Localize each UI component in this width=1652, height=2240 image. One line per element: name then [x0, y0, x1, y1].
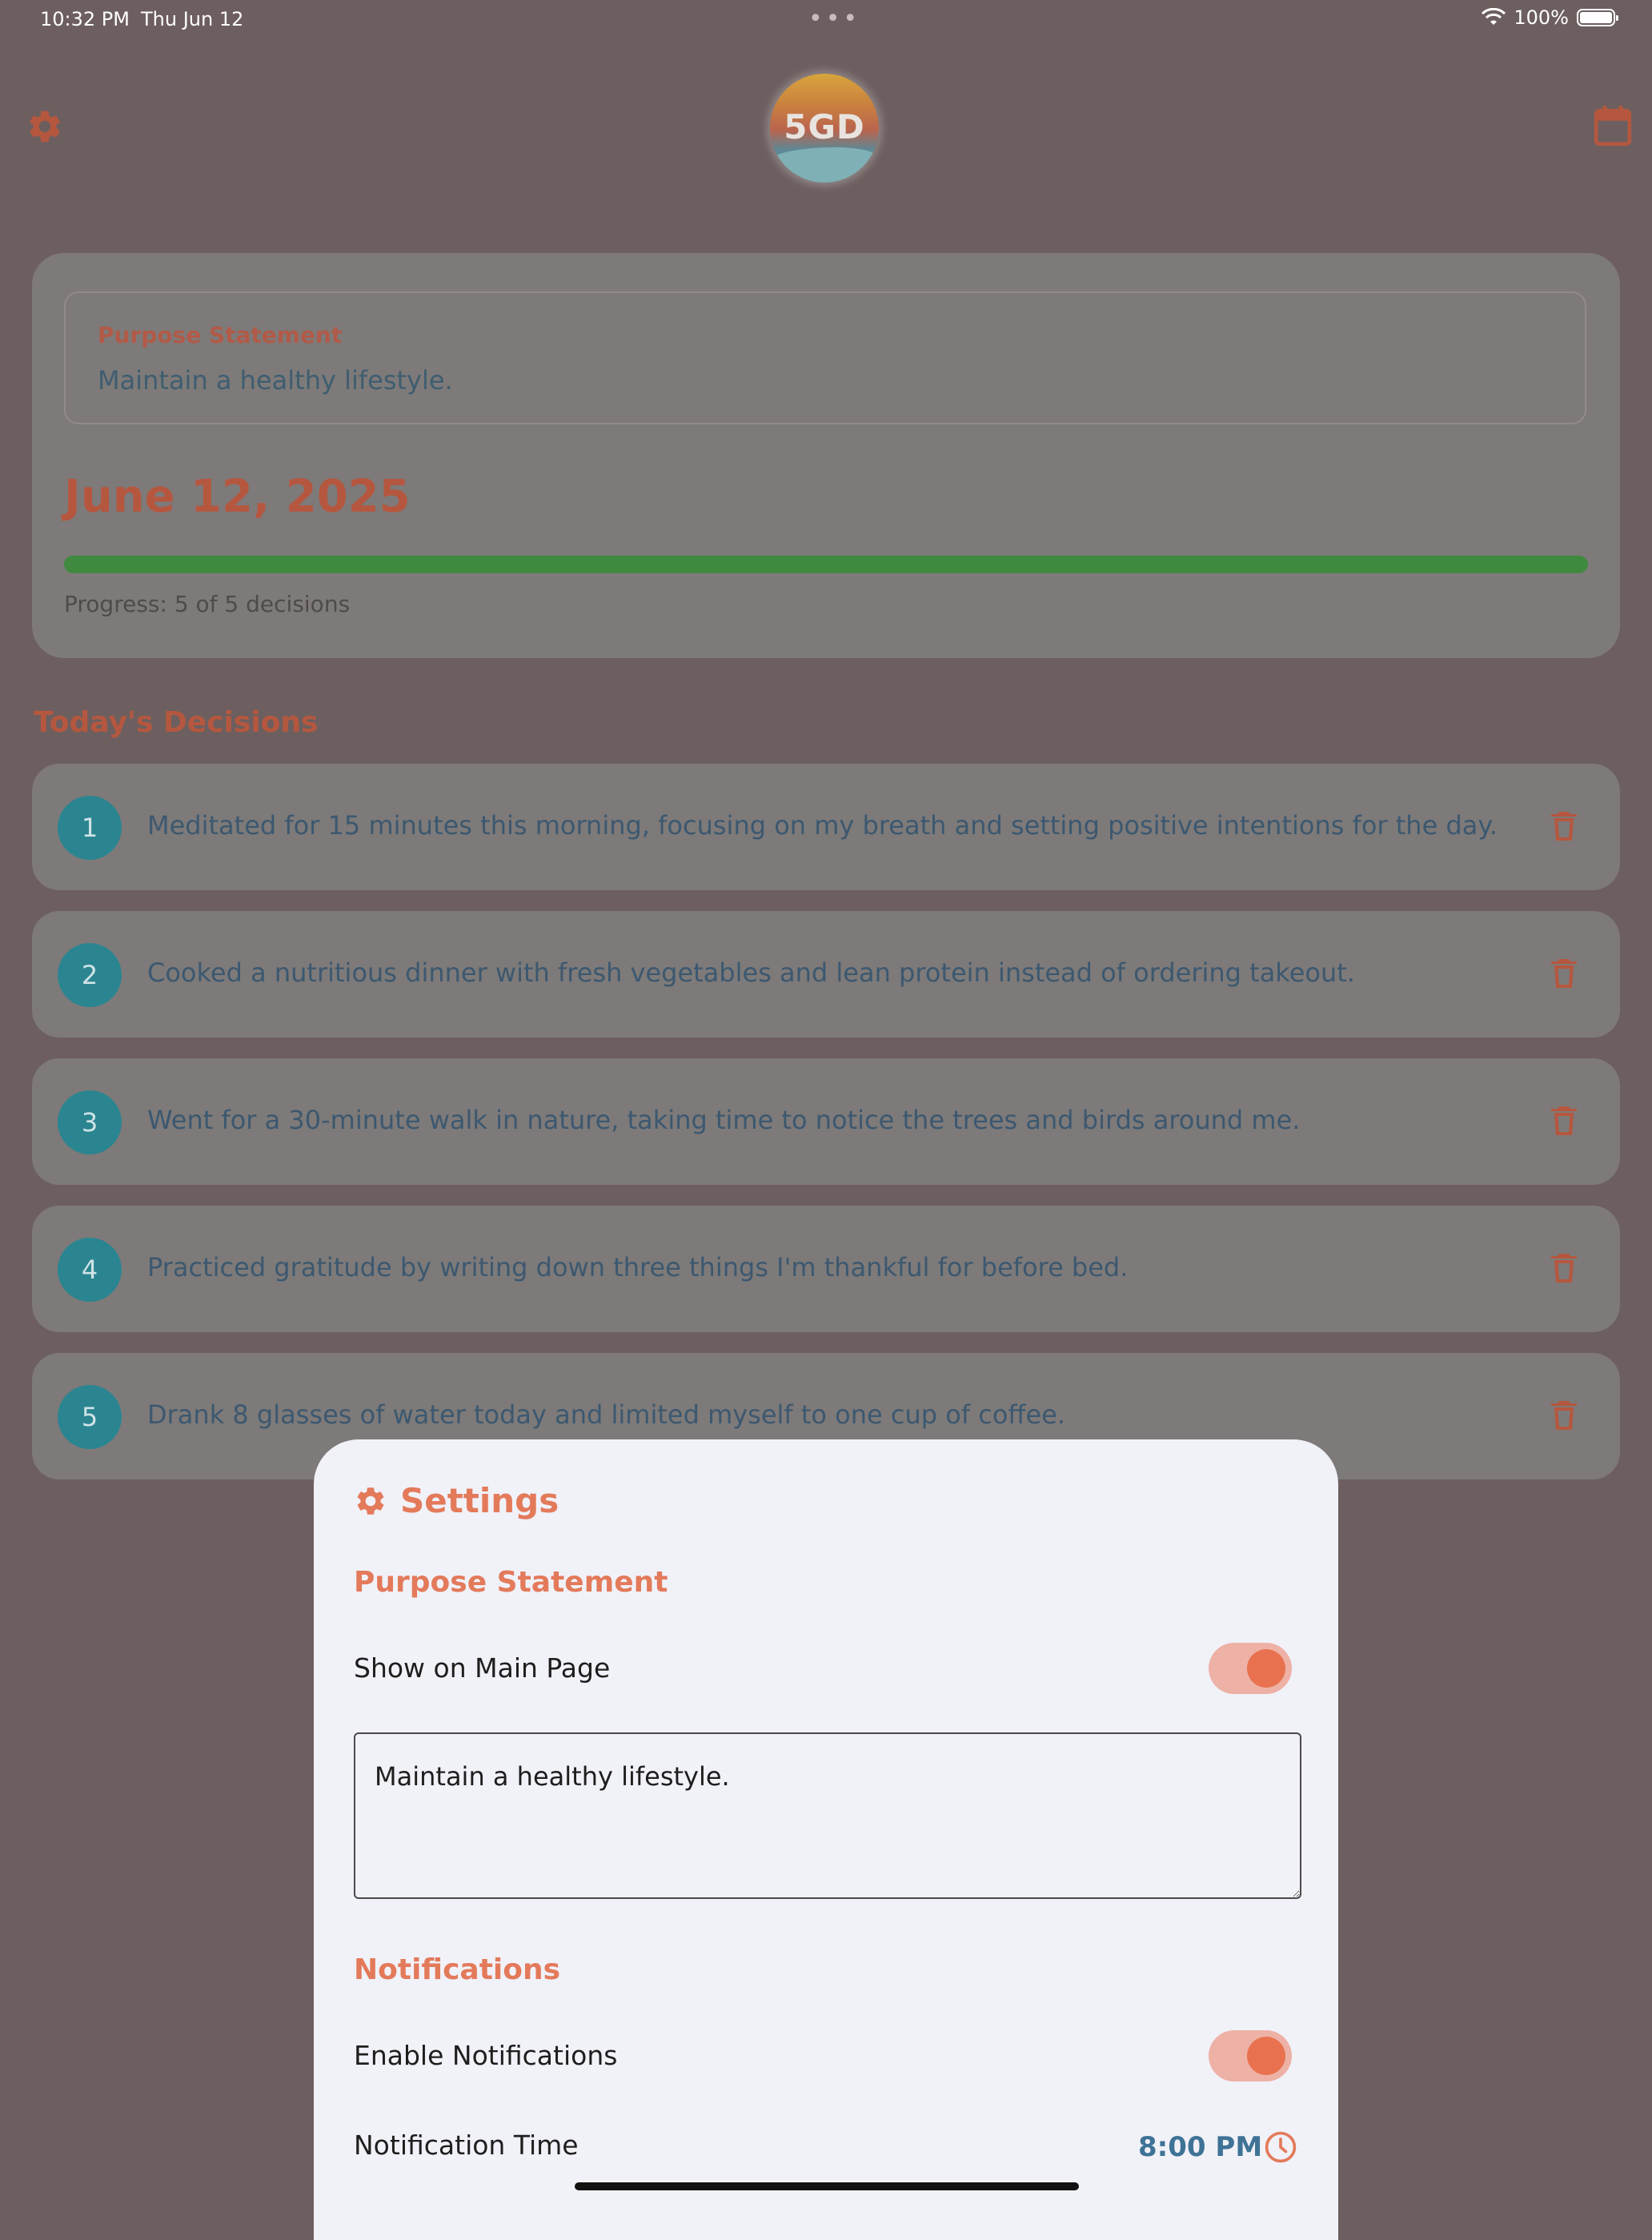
gear-icon — [357, 1487, 384, 1515]
trash-icon[interactable] — [1545, 1396, 1583, 1435]
settings-sheet: Settings Purpose Statement Show on Main … — [314, 1439, 1338, 2240]
decisions-title: Today's Decisions — [34, 706, 319, 739]
purpose-statement-input[interactable]: Maintain a healthy lifestyle. — [354, 1732, 1301, 1899]
decision-number: 1 — [58, 796, 122, 860]
decision-text: Practiced gratitude by writing down thre… — [147, 1252, 1129, 1283]
purpose-text: Maintain a healthy lifestyle. — [98, 365, 453, 395]
logo-text: 5GD — [784, 107, 865, 147]
home-indicator[interactable] — [575, 2182, 1079, 2190]
multitasking-dots-icon[interactable]: ••• — [808, 5, 860, 33]
clock-icon[interactable] — [1263, 2130, 1298, 2165]
decision-text: Cooked a nutritious dinner with fresh ve… — [147, 957, 1355, 988]
toggle-knob — [1247, 1649, 1285, 1688]
summary-card: Purpose Statement Maintain a healthy lif… — [32, 253, 1620, 658]
decision-item[interactable]: 1 Meditated for 15 minutes this morning,… — [32, 764, 1620, 890]
trash-icon[interactable] — [1545, 954, 1583, 993]
purpose-label: Purpose Statement — [98, 322, 343, 348]
trash-icon[interactable] — [1545, 807, 1583, 845]
decision-text: Drank 8 glasses of water today and limit… — [147, 1399, 1066, 1430]
date-heading: June 12, 2025 — [64, 471, 411, 523]
decision-item[interactable]: 3 Went for a 30-minute walk in nature, t… — [32, 1058, 1620, 1185]
show-on-main-label: Show on Main Page — [354, 1652, 611, 1684]
decision-text: Meditated for 15 minutes this morning, f… — [147, 810, 1498, 841]
purpose-section-heading: Purpose Statement — [354, 1566, 668, 1599]
status-bar: 10:32 PM Thu Jun 12 ••• 100% — [0, 0, 1652, 38]
decision-number: 5 — [58, 1385, 122, 1449]
trash-icon[interactable] — [1545, 1249, 1583, 1287]
notification-time-label: Notification Time — [354, 2130, 579, 2161]
app-logo: 5GD — [770, 74, 879, 183]
progress-text: Progress: 5 of 5 decisions — [64, 591, 351, 617]
notification-time-value[interactable]: 8:00 PM — [1138, 2131, 1262, 2163]
status-time: 10:32 PM — [40, 8, 130, 30]
decision-item[interactable]: 2 Cooked a nutritious dinner with fresh … — [32, 911, 1620, 1038]
purpose-statement-box: Purpose Statement Maintain a healthy lif… — [64, 291, 1586, 424]
enable-notifications-label: Enable Notifications — [354, 2040, 618, 2071]
decision-text: Went for a 30-minute walk in nature, tak… — [147, 1105, 1301, 1135]
logo-wave — [770, 147, 879, 183]
gear-icon[interactable] — [26, 107, 64, 146]
wifi-icon — [1482, 8, 1506, 25]
settings-header: Settings — [354, 1481, 559, 1520]
enable-notifications-toggle[interactable] — [1209, 2030, 1292, 2081]
calendar-icon[interactable] — [1593, 104, 1633, 147]
toggle-knob — [1247, 2037, 1285, 2075]
battery-percent: 100% — [1514, 6, 1569, 29]
decision-number: 4 — [58, 1238, 122, 1302]
notifications-section-heading: Notifications — [354, 1953, 561, 1986]
trash-icon[interactable] — [1545, 1102, 1583, 1140]
show-on-main-toggle[interactable] — [1209, 1643, 1292, 1694]
battery-icon — [1577, 9, 1618, 26]
progress-bar — [64, 556, 1588, 573]
decision-number: 2 — [58, 943, 122, 1007]
decision-number: 3 — [58, 1090, 122, 1154]
status-right: 100% — [1482, 6, 1618, 29]
decision-item[interactable]: 4 Practiced gratitude by writing down th… — [32, 1206, 1620, 1332]
progress-fill — [64, 556, 1588, 573]
settings-title: Settings — [400, 1481, 559, 1520]
status-date: Thu Jun 12 — [141, 8, 244, 30]
